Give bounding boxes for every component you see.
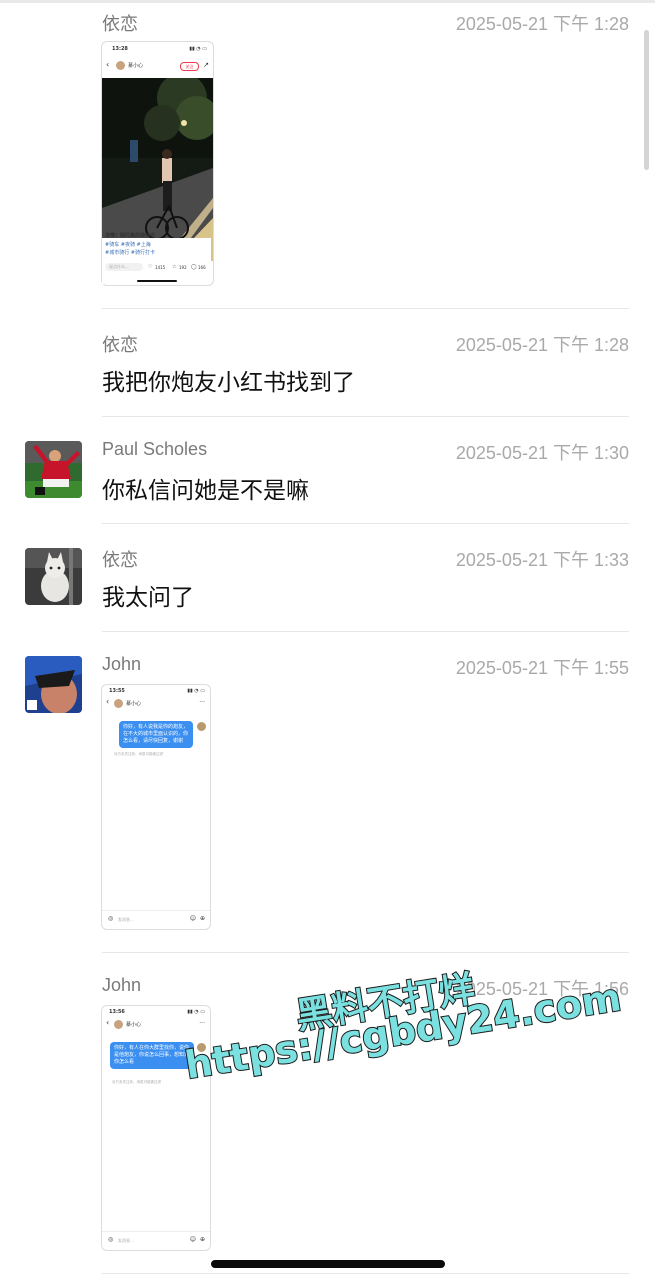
status-icons: ▮▮ ◔ ▭ [187, 688, 205, 694]
share-icon: ↗ [203, 61, 209, 69]
sender-name: 依恋 [102, 14, 138, 34]
sender-name: John [102, 975, 142, 995]
sender-name: 依恋 [102, 335, 138, 355]
add-icon: ⊕ [199, 1236, 205, 1243]
more-icon: ··· [199, 1020, 205, 1027]
divider [102, 523, 629, 524]
message-text: 我把你炮友小红书找到了 [102, 370, 355, 396]
back-icon: ‹ [106, 1018, 110, 1027]
star-count: 192 [179, 265, 187, 270]
back-icon: ‹ [106, 60, 110, 69]
sender-name: John [102, 654, 142, 674]
add-icon: ⊕ [199, 915, 205, 922]
message-time: 2025-05-21 下午 1:28 [455, 14, 629, 34]
like-icon: ♡ [148, 264, 153, 270]
comment-placeholder: 说点什么... [109, 264, 129, 269]
voice-icon: ◎ [108, 915, 114, 922]
divider [102, 416, 629, 417]
status-icons: ▮▮ ◔ ▭ [187, 1009, 205, 1015]
post-tags: #骑车 #夜骑 #上海 [105, 242, 151, 248]
chat-user: 慕小心 [126, 1022, 142, 1028]
thumb1-details: 渣慢！骑行真的很快乐 #骑车 #夜骑 #上海 #城市骑行 #骑行打卡 说点什么.… [102, 233, 211, 284]
star-icon: ☆ [172, 264, 177, 270]
status-clock: 13:55 [109, 688, 125, 694]
message-time: 2025-05-21 下午 1:55 [455, 658, 629, 678]
like-count: 1415 [155, 265, 166, 270]
avatar [114, 699, 123, 708]
message-text: 你私信问她是不是嘛 [102, 478, 309, 504]
avatar[interactable] [25, 548, 82, 605]
divider [102, 308, 629, 309]
avatar[interactable] [25, 441, 82, 498]
home-indicator[interactable] [210, 1260, 445, 1268]
status-icons: ▮▮ ◔ ▭ [189, 46, 207, 52]
filter-note: 对方未关注你，消息可能被过滤 [112, 1080, 161, 1084]
home-indicator [136, 280, 177, 282]
post-title: 渣慢！骑行真的很快乐 [105, 233, 156, 239]
follow-button: 关注 [180, 62, 199, 71]
sender-name: Paul Scholes [102, 439, 208, 459]
chat-bubble: 你好，有人说我是你的炮友，在不大的城市里面认识的，你怎么看，请尽快回复，谢谢 [119, 721, 193, 748]
chat-user: 慕小心 [126, 701, 142, 707]
status-clock: 13:28 [112, 46, 128, 52]
emoji-icon: ☺ [189, 915, 196, 922]
chat-input: ◎ 发消息... ☺ ⊕ [102, 910, 210, 929]
more-icon: ··· [199, 699, 205, 706]
input-placeholder: 发消息... [118, 1238, 134, 1243]
sender-avatar [197, 722, 206, 731]
chat-input: ◎ 发消息... ☺ ⊕ [102, 1231, 210, 1250]
filter-note: 对方未关注你，消息可能被过滤 [114, 752, 163, 756]
post-author: 慕小心 [128, 63, 144, 69]
message-text: 我太问了 [102, 585, 194, 611]
back-icon: ‹ [106, 697, 110, 706]
comment-field: 说点什么... [105, 263, 143, 271]
status-clock: 13:56 [109, 1009, 125, 1015]
message-time: 2025-05-21 下午 1:30 [455, 443, 629, 463]
avatar [116, 61, 125, 70]
avatar[interactable] [25, 656, 82, 713]
divider [102, 1273, 629, 1274]
emoji-icon: ☺ [189, 1236, 196, 1243]
divider [102, 631, 629, 632]
message-time: 2025-05-21 下午 1:28 [455, 335, 629, 355]
post-tags: #城市骑行 #骑行打卡 [105, 250, 155, 256]
top-separator [0, 0, 655, 3]
message-time: 2025-05-21 下午 1:33 [455, 550, 629, 570]
scrollbar[interactable] [644, 30, 649, 170]
portrait-avatar-icon [25, 656, 82, 713]
divider [102, 952, 629, 953]
voice-icon: ◎ [108, 1236, 114, 1243]
football-player-avatar-icon [25, 441, 82, 498]
cat-avatar-icon [25, 548, 82, 605]
comment-icon: ◯ [191, 264, 197, 270]
sender-name: 依恋 [102, 550, 138, 570]
avatar [114, 1020, 123, 1029]
comment-count: 166 [198, 265, 206, 270]
image-attachment[interactable]: 13:55 ▮▮ ◔ ▭ ‹ 慕小心 ··· 你好，有人说我是你的炮友，在不大的… [101, 684, 211, 930]
input-placeholder: 发消息... [118, 917, 134, 922]
